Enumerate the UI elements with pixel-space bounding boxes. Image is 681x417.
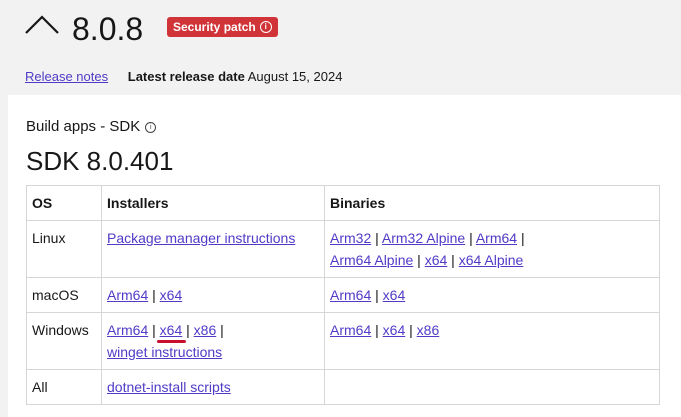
os-cell: macOS	[26, 277, 102, 313]
binaries-cell: Arm64 | x64	[324, 277, 660, 313]
binary-link[interactable]: Arm64 Alpine	[330, 252, 413, 268]
installer-link-x64[interactable]: x64	[160, 322, 183, 338]
installer-link[interactable]: Arm64	[107, 287, 148, 303]
separator: |	[375, 322, 379, 338]
separator: |	[186, 322, 190, 338]
release-notes-link[interactable]: Release notes	[25, 69, 108, 84]
separator: |	[417, 252, 421, 268]
downloads-table: OS Installers Binaries Linux Package man…	[26, 185, 660, 405]
table-header-row: OS Installers Binaries	[26, 185, 660, 221]
os-cell: Linux	[26, 220, 102, 278]
badge-label: Security patch	[173, 20, 256, 34]
installer-link[interactable]: x64	[160, 287, 183, 303]
table-row-macos: macOS Arm64 | x64 Arm64 | x64	[26, 277, 660, 313]
binary-link[interactable]: x86	[417, 322, 440, 338]
binary-link[interactable]: Arm64	[476, 230, 517, 246]
binary-link[interactable]: Arm64	[330, 287, 371, 303]
sdk-title: SDK 8.0.401	[26, 146, 174, 176]
info-icon: i	[259, 21, 272, 33]
separator: |	[220, 322, 224, 338]
separator: |	[375, 287, 379, 303]
installers-cell: Arm64 | x64 | x86 | winget instructions	[101, 312, 325, 370]
column-header-installers: Installers	[101, 185, 325, 221]
separator: |	[152, 322, 156, 338]
os-cell: Windows	[26, 312, 102, 370]
os-cell: All	[26, 369, 102, 405]
separator: |	[375, 230, 379, 246]
security-patch-badge: Security patch i	[167, 17, 278, 37]
section-title-text: Build apps - SDK	[26, 118, 141, 135]
table-row-all: All dotnet-install scripts	[26, 369, 660, 405]
highlighted-installer: x64	[156, 319, 187, 343]
installer-link[interactable]: Package manager instructions	[107, 230, 295, 246]
section-title: Build apps - SDK i	[26, 117, 157, 137]
binary-link[interactable]: x64	[425, 252, 448, 268]
column-header-os: OS	[26, 185, 102, 221]
table-row-linux: Linux Package manager instructions Arm32…	[26, 220, 660, 278]
separator: |	[451, 252, 455, 268]
binary-link[interactable]: Arm32 Alpine	[382, 230, 465, 246]
info-icon[interactable]: i	[145, 121, 157, 133]
table-row-windows: Windows Arm64 | x64 | x86 | winget instr…	[26, 312, 660, 370]
binary-link[interactable]: x64	[383, 287, 406, 303]
separator: |	[409, 322, 413, 338]
installer-link[interactable]: winget instructions	[107, 344, 222, 360]
version-heading: 8.0.8	[72, 11, 144, 47]
sdk-card: Build apps - SDK i SDK 8.0.401 OS Instal…	[8, 95, 681, 417]
installer-link[interactable]: x86	[194, 322, 217, 338]
latest-release-label: Latest release date	[127, 69, 245, 84]
binaries-cell: Arm64 | x64 | x86	[324, 312, 660, 370]
release-info-row: Release notes Latest release date August…	[25, 67, 342, 87]
binaries-cell: Arm32 | Arm32 Alpine | Arm64 | Arm64 Alp…	[324, 220, 660, 278]
binary-link[interactable]: Arm64	[330, 322, 371, 338]
red-underline-annotation	[156, 340, 187, 343]
separator: |	[469, 230, 473, 246]
separator: |	[152, 287, 156, 303]
installers-cell: Package manager instructions	[101, 220, 325, 278]
binary-link[interactable]: Arm32	[330, 230, 371, 246]
binary-link[interactable]: x64 Alpine	[459, 252, 524, 268]
release-header: 8.0.8 Security patch i Release notes Lat…	[0, 0, 681, 95]
installer-link[interactable]: dotnet-install scripts	[107, 379, 231, 395]
latest-release-date: August 15, 2024	[247, 69, 343, 84]
installer-link[interactable]: Arm64	[107, 322, 148, 338]
chevron-up-icon[interactable]	[24, 13, 60, 35]
binary-link[interactable]: x64	[383, 322, 406, 338]
installers-cell: Arm64 | x64	[101, 277, 325, 313]
installers-cell: dotnet-install scripts	[101, 369, 325, 405]
separator: |	[520, 230, 525, 246]
binaries-cell	[324, 369, 660, 405]
column-header-binaries: Binaries	[324, 185, 660, 221]
